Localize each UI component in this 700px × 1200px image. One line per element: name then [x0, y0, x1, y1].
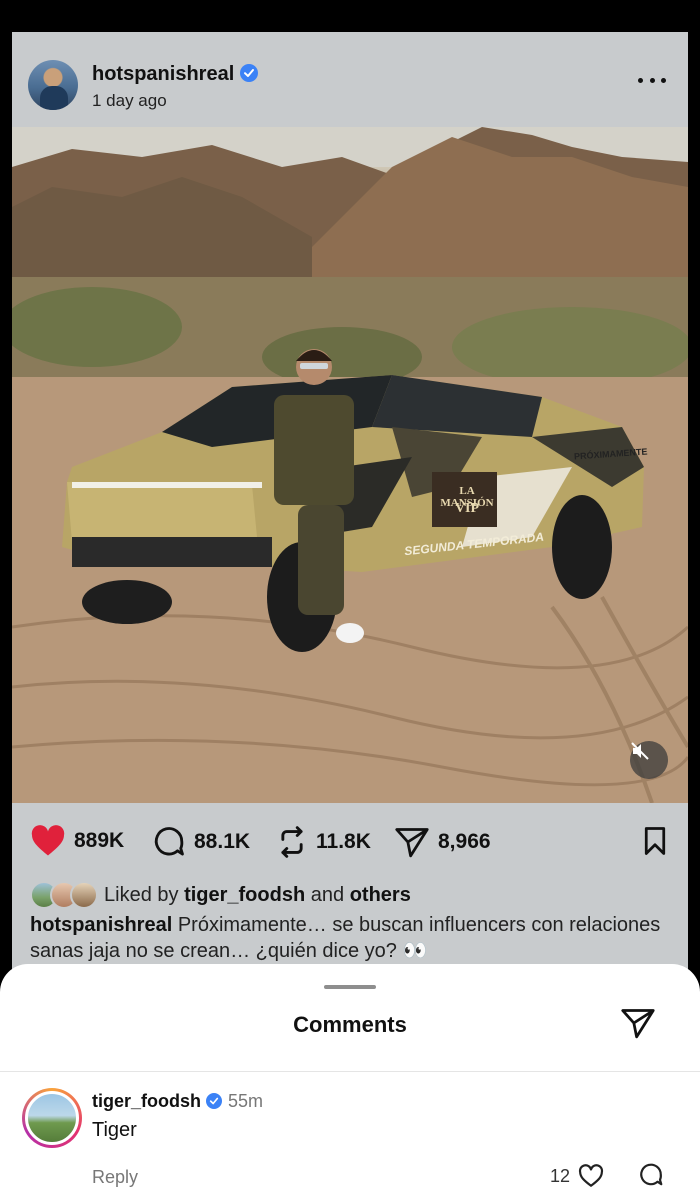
post-actions: 889K 88.1K 11.8K 8,966 [12, 817, 688, 863]
post-caption: hotspanishreal Próximamente… se buscan i… [30, 912, 670, 964]
comment-icon[interactable] [638, 1162, 664, 1193]
liked-by-others[interactable]: others [350, 884, 411, 906]
comments-title: Comments [293, 1012, 407, 1037]
like-count: 889K [74, 829, 125, 852]
author-username[interactable]: hotspanishreal [92, 63, 259, 86]
comments-sheet: Comments tiger_foodsh 55m Tiger Reply 12 [0, 964, 700, 1200]
caption-username[interactable]: hotspanishreal [30, 914, 172, 936]
heart-icon [31, 825, 65, 856]
more-icon[interactable] [638, 76, 666, 86]
comment-likes: 12 [550, 1164, 604, 1188]
comment-icon [154, 827, 184, 856]
liker-avatar [70, 881, 98, 909]
post-media[interactable]: LA MANSIÓN VIP SEGUNDA TEMPORADA PRÓXIMA… [12, 127, 688, 803]
share-icon[interactable] [620, 1006, 656, 1045]
post-timestamp: 1 day ago [92, 91, 167, 110]
repost-icon [281, 826, 303, 858]
sheet-grabber[interactable] [324, 985, 376, 989]
share-button[interactable]: 8,966 [394, 825, 491, 859]
liked-by-user[interactable]: tiger_foodsh [184, 884, 305, 906]
mute-icon[interactable] [630, 741, 668, 779]
reply-button[interactable]: Reply [92, 1167, 138, 1188]
status-bar-area [0, 0, 700, 32]
comment-time: 55m [228, 1091, 264, 1111]
comment-item: tiger_foodsh 55m Tiger Reply 12 [0, 1072, 700, 1200]
share-icon [395, 828, 429, 858]
verified-badge-icon [206, 1093, 223, 1109]
commenter-username[interactable]: tiger_foodsh 55m [92, 1091, 263, 1112]
author-username-text[interactable]: hotspanishreal [92, 63, 234, 85]
post-header: hotspanishreal 1 day ago [12, 32, 688, 127]
comment-like-count: 12 [549, 1165, 570, 1186]
author-avatar[interactable] [28, 60, 78, 110]
comment-text: Tiger [92, 1119, 137, 1141]
share-count: 8,966 [438, 830, 491, 853]
like-button[interactable]: 889K [30, 825, 124, 857]
repost-button[interactable]: 11.8K [276, 825, 371, 859]
heart-icon[interactable] [578, 1164, 604, 1188]
liked-by-text: Liked by tiger_foodsh and others [104, 883, 411, 906]
bookmark-icon[interactable] [642, 826, 668, 861]
comment-count: 88.1K [194, 830, 251, 853]
comment-button[interactable]: 88.1K [152, 825, 250, 859]
repost-count: 11.8K [316, 830, 371, 853]
commenter-avatar[interactable] [22, 1088, 82, 1148]
liked-by-row[interactable]: Liked by tiger_foodsh and others [30, 880, 411, 910]
verified-badge-icon [240, 64, 259, 82]
image-brand-text-2: VIP [454, 501, 480, 516]
